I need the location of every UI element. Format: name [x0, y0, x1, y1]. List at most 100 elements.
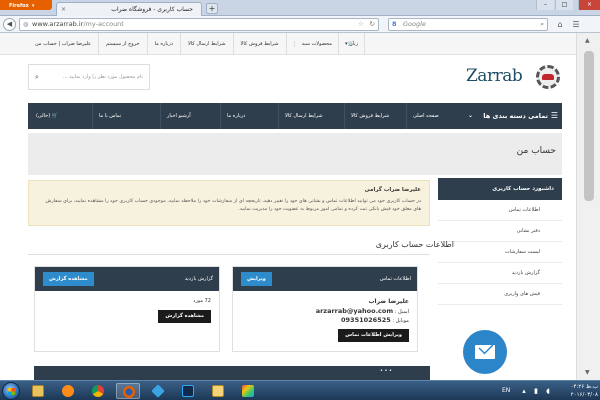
- top-link-about[interactable]: درباره ما: [146, 33, 180, 55]
- cart-icon: 🛒: [51, 113, 58, 119]
- edit-button[interactable]: ویرایش: [241, 272, 272, 286]
- taskbar-explorer[interactable]: [26, 383, 50, 399]
- nav-all-categories[interactable]: ☰ تمامی دسته بندی ها ⌄: [458, 103, 562, 129]
- view-report-button-secondary[interactable]: مشاهده گزارش: [158, 310, 211, 323]
- url-path: /my-account: [83, 20, 124, 28]
- site-search-input[interactable]: نام محصول مورد نظر را وارد نمایید ... ⌕: [28, 64, 150, 90]
- browser-tab[interactable]: حساب کاربری - فروشگاه ضراب ×: [56, 2, 202, 16]
- car-icon: [542, 74, 554, 80]
- site-search-placeholder: نام محصول مورد نظر را وارد نمایید ...: [62, 74, 143, 80]
- sidebar-item-visit-report[interactable]: گزارش بازدید: [438, 263, 562, 284]
- user-name: علیرضا ضراب: [368, 298, 410, 305]
- back-button[interactable]: ◀: [3, 18, 16, 31]
- edit-contact-info-button[interactable]: ویرایش اطلاعات تماس: [338, 329, 409, 342]
- tray-arrow-icon[interactable]: ▴: [520, 387, 528, 395]
- scroll-down-icon[interactable]: ▼: [585, 369, 590, 376]
- new-tab-button[interactable]: +: [206, 3, 218, 14]
- sidebar-item-orders[interactable]: لیست سفارشات: [438, 242, 562, 263]
- minimize-button[interactable]: –: [536, 0, 554, 10]
- chevron-down-icon: ⌄: [468, 112, 474, 119]
- clock-date: ۲۰۱۶/۰۳/۰۸: [570, 392, 598, 398]
- nav-shipping-terms[interactable]: شرایط ارسال کالا: [278, 103, 329, 129]
- page-scrollbar[interactable]: ▲ ▼: [576, 33, 600, 380]
- taskbar-paint[interactable]: [236, 383, 260, 399]
- site-logo[interactable]: Zarrab: [466, 64, 566, 90]
- sidebar-item-address-book[interactable]: دفتر نشانی: [438, 221, 562, 242]
- search-placeholder: Google: [403, 20, 426, 28]
- language-indicator[interactable]: EN: [502, 381, 510, 400]
- top-link-cart-label: محصولات سبد: [293, 41, 339, 47]
- photoshop-icon: [182, 385, 194, 397]
- nav-about[interactable]: درباره ما: [220, 103, 251, 129]
- home-icon[interactable]: ⌂: [554, 19, 566, 30]
- taskbar-clock[interactable]: ب.ظ ۰۴:۲۶ ۲۰۱۶/۰۳/۰۸: [556, 383, 598, 399]
- logo-text: Zarrab: [466, 66, 523, 86]
- page-title: حساب من: [516, 146, 556, 156]
- view-report-button[interactable]: مشاهده گزارش: [43, 272, 94, 286]
- volume-icon[interactable]: ◖: [544, 387, 552, 395]
- browser-tabbar: Firefox ▾ حساب کاربری - فروشگاه ضراب × + …: [0, 0, 600, 16]
- site-top-strip: علیرضا ضراب | حساب من خروج از سیستم دربا…: [0, 33, 576, 55]
- nav-sales-terms[interactable]: شرایط فروش کالا: [344, 103, 395, 129]
- scrollbar-thumb[interactable]: [584, 51, 594, 201]
- contact-info-card: اطلاعات تماس ویرایش علیرضا ضراب ایمیل : …: [232, 266, 418, 352]
- visit-report-card: گزارش بازدید مشاهده گزارش 72 مورد مشاهده…: [34, 266, 220, 352]
- folder-icon: [212, 385, 224, 397]
- nav-cart-label: (خالی): [35, 113, 51, 119]
- mobile-row: موبایل : 09351026525: [241, 316, 409, 325]
- contact-info-card-header: اطلاعات تماس ویرایش: [233, 267, 417, 291]
- contact-mail-button[interactable]: [463, 330, 507, 374]
- taskbar-file-manager[interactable]: [206, 383, 230, 399]
- top-link-sales-terms[interactable]: شرایط فروش کالا: [232, 33, 286, 55]
- nav-news-archive[interactable]: آرشیو اخبار: [160, 103, 197, 129]
- clock-time: ب.ظ ۰۴:۲۶: [570, 384, 598, 390]
- search-icon[interactable]: ⌕: [35, 65, 39, 89]
- bookmark-star-icon[interactable]: ☆: [358, 19, 364, 30]
- tab-title: حساب کاربری - فروشگاه ضراب: [111, 6, 193, 13]
- tab-close-icon[interactable]: ×: [61, 3, 66, 16]
- top-link-logout[interactable]: خروج از سیستم: [98, 33, 146, 55]
- language-selector[interactable]: زبان ▾: [338, 33, 366, 55]
- main-navigation: 🛒 (خالی) تماس با ما آرشیو اخبار درباره م…: [28, 103, 562, 129]
- top-link-account[interactable]: علیرضا ضراب | حساب من: [28, 33, 98, 55]
- scroll-up-icon[interactable]: ▲: [585, 37, 590, 44]
- maximize-button[interactable]: □: [555, 0, 573, 10]
- nav-contact[interactable]: تماس با ما: [92, 103, 127, 129]
- sidebar-item-contact-info[interactable]: اطلاعات تماس: [438, 200, 562, 221]
- dots-icon: • • •: [379, 368, 392, 374]
- visit-report-card-body: 72 مورد مشاهده گزارش: [35, 291, 219, 330]
- categories-label: تمامی دسته بندی ها: [483, 112, 548, 120]
- contact-info-card-label: اطلاعات تماس: [379, 276, 411, 282]
- close-window-button[interactable]: ×: [578, 0, 600, 10]
- search-icon[interactable]: ⌕: [540, 19, 544, 30]
- network-tray-icon[interactable]: ▮: [532, 387, 540, 395]
- windows-logo-icon: [8, 388, 15, 395]
- chevron-down-icon: ▾: [345, 41, 348, 47]
- taskbar-network[interactable]: [146, 383, 170, 399]
- visit-report-card-header: گزارش بازدید مشاهده گزارش: [35, 267, 219, 291]
- contact-info-card-body: علیرضا ضراب ایمیل : arzarrab@yahoo.com م…: [233, 291, 417, 349]
- taskbar-firefox[interactable]: [116, 383, 140, 399]
- folder-icon: [32, 385, 44, 397]
- top-link-shipping[interactable]: شرایط ارسال کالا: [179, 33, 233, 55]
- url-domain: www.arzarrab.ir: [32, 20, 84, 28]
- chrome-icon: [92, 385, 104, 397]
- browser-search-input[interactable]: 8 Google ⌕: [388, 18, 548, 31]
- reload-icon[interactable]: ↻: [370, 19, 375, 30]
- welcome-text: در حساب کاربری خود می توانید اطلاعات تما…: [45, 199, 421, 212]
- taskbar-photoshop[interactable]: [176, 383, 200, 399]
- browser-navbar: ◀ ◍ www.arzarrab.ir/my-account ☆ ↻ 8 Goo…: [0, 16, 600, 33]
- taskbar-chrome[interactable]: [86, 383, 110, 399]
- firefox-icon: [123, 386, 135, 398]
- start-button[interactable]: [2, 382, 20, 400]
- welcome-notice: علیرضا ضراب گرامی در حساب کاربری خود می …: [28, 180, 430, 226]
- firefox-menu-button[interactable]: Firefox ▾: [0, 0, 52, 10]
- menu-icon[interactable]: ☰: [570, 19, 582, 30]
- taskbar-media-player[interactable]: [56, 383, 80, 399]
- back-arrow-icon: ◀: [6, 20, 13, 28]
- sidebar-item-deposit-slips[interactable]: فیش های واریزی: [438, 284, 562, 305]
- nav-home[interactable]: صفحه اصلی: [406, 103, 445, 129]
- visit-count: 72 مورد: [193, 298, 211, 304]
- nav-cart[interactable]: 🛒 (خالی): [28, 103, 64, 129]
- address-bar[interactable]: ◍ www.arzarrab.ir/my-account ☆ ↻: [19, 18, 379, 31]
